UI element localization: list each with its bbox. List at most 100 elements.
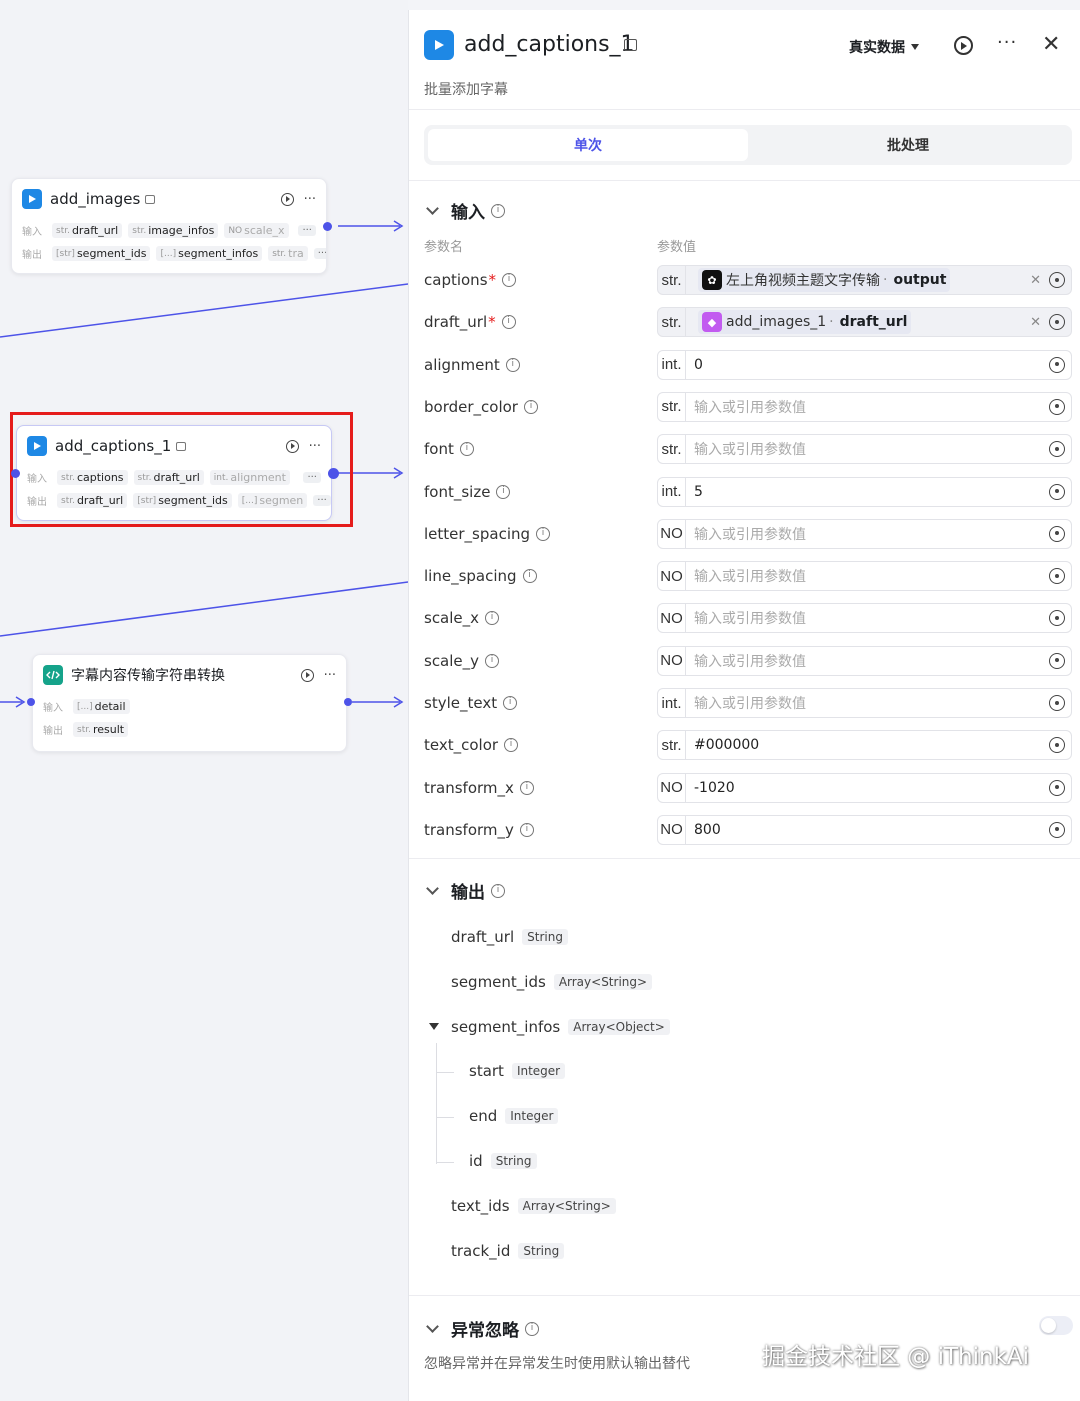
- reference-target-icon[interactable]: [1049, 356, 1065, 373]
- info-icon[interactable]: i: [525, 1321, 539, 1336]
- expand-triangle-icon[interactable]: [429, 1023, 439, 1030]
- param-row-alignment: alignment i int. 0: [424, 349, 1072, 380]
- param-value-field[interactable]: int. 0: [657, 349, 1072, 380]
- param-value-field[interactable]: NO 输入或引用参数值: [657, 518, 1072, 549]
- info-icon[interactable]: i: [491, 203, 505, 218]
- info-icon[interactable]: i: [505, 357, 520, 372]
- param-value-field[interactable]: NO 800: [657, 814, 1072, 845]
- param-name-label: transform_y i: [424, 821, 534, 839]
- node-add-images[interactable]: add_images ··· 输入 str. draft_url str. imag…: [11, 178, 327, 274]
- type-label: NO: [658, 562, 686, 591]
- run-node-icon[interactable]: [285, 439, 299, 453]
- info-icon[interactable]: i: [522, 569, 537, 584]
- chevron-down-icon: [426, 1320, 439, 1333]
- section-title: 输出: [451, 883, 485, 903]
- exception-toggle[interactable]: [1039, 1316, 1073, 1335]
- node-outputs-row: 输出 str. draft_url [str] segment_ids [...] s…: [17, 489, 331, 512]
- param-value-field[interactable]: int. 输入或引用参数值: [657, 688, 1072, 718]
- reference-target-icon[interactable]: [1049, 525, 1065, 542]
- input-port[interactable]: [27, 698, 35, 706]
- param-value-field[interactable]: NO -1020: [657, 772, 1072, 803]
- output-name: id: [469, 1152, 483, 1170]
- reference-target-icon[interactable]: [1049, 483, 1065, 500]
- reference-target-icon[interactable]: [1049, 610, 1065, 627]
- reference-target-icon[interactable]: [1049, 821, 1065, 838]
- param-value-field[interactable]: str. 输入或引用参数值: [657, 434, 1072, 465]
- node-more-button[interactable]: ···: [304, 192, 316, 207]
- param-value-field[interactable]: str. ◆ add_images_1 · draft_url ✕: [657, 307, 1072, 338]
- reference-target-icon[interactable]: [1049, 737, 1065, 754]
- param-name-label: style_text i: [424, 694, 518, 712]
- reference-chip[interactable]: ◆ add_images_1 · draft_url: [698, 310, 912, 335]
- clear-icon[interactable]: ✕: [1030, 273, 1041, 288]
- tree-line: [436, 1117, 454, 1118]
- info-icon[interactable]: i: [536, 526, 551, 541]
- tab-single[interactable]: 单次: [428, 129, 748, 161]
- output-type-tag: String: [518, 1242, 565, 1259]
- node-more-button[interactable]: ···: [309, 439, 321, 454]
- data-mode-dropdown[interactable]: 真实数据: [849, 37, 919, 57]
- info-icon[interactable]: i: [459, 442, 474, 457]
- param-value-field[interactable]: NO 输入或引用参数值: [657, 561, 1072, 592]
- param-value-field[interactable]: NO 输入或引用参数值: [657, 603, 1072, 634]
- reference-target-icon[interactable]: [1049, 272, 1065, 288]
- reference-target-icon[interactable]: [1049, 441, 1065, 458]
- io-more-button[interactable]: ···: [303, 472, 321, 483]
- watermark-text: 掘金技术社区 @ iThinkAi: [762, 1344, 1030, 1370]
- info-icon[interactable]: i: [491, 883, 505, 898]
- info-icon[interactable]: i: [485, 653, 500, 668]
- output-port[interactable]: [323, 222, 332, 231]
- type-label: NO: [658, 815, 686, 844]
- io-label: 输出: [27, 497, 47, 508]
- info-icon[interactable]: i: [496, 484, 511, 499]
- io-more-button[interactable]: ···: [313, 495, 331, 506]
- io-more-button[interactable]: ···: [313, 248, 326, 259]
- reference-target-icon[interactable]: [1049, 695, 1065, 711]
- output-port[interactable]: [344, 698, 352, 706]
- input-section-header[interactable]: 输入 i: [424, 198, 505, 223]
- param-value: 0: [694, 356, 703, 373]
- param-row-font-size: font_size i int. 5: [424, 476, 1072, 507]
- required-mark: *: [488, 313, 496, 332]
- run-node-icon[interactable]: [280, 192, 294, 206]
- clear-icon[interactable]: ✕: [1030, 315, 1041, 330]
- output-item-end: end Integer: [469, 1107, 559, 1125]
- exception-section-header[interactable]: 异常忽略 i: [424, 1316, 539, 1341]
- info-icon[interactable]: i: [485, 611, 500, 626]
- workflow-canvas[interactable]: add_images ··· 输入 str. draft_url str. imag…: [0, 0, 408, 1401]
- info-icon[interactable]: i: [501, 315, 516, 330]
- reference-target-icon[interactable]: [1049, 568, 1065, 585]
- output-item-segment-ids: segment_ids Array<String>: [451, 973, 653, 991]
- tab-batch[interactable]: 批处理: [748, 129, 1068, 161]
- info-icon[interactable]: i: [519, 780, 534, 795]
- param-value-field[interactable]: int. 5: [657, 476, 1072, 507]
- param-value-field[interactable]: NO 输入或引用参数值: [657, 645, 1072, 676]
- close-button[interactable]: ✕: [1042, 32, 1060, 57]
- more-button[interactable]: ···: [997, 32, 1017, 53]
- reference-target-icon[interactable]: [1049, 314, 1065, 331]
- output-port[interactable]: [328, 468, 339, 479]
- param-value-field[interactable]: str. 输入或引用参数值: [657, 391, 1072, 422]
- input-port[interactable]: [11, 469, 20, 478]
- run-button[interactable]: [954, 36, 973, 55]
- info-icon[interactable]: i: [502, 273, 517, 287]
- node-caption-convert[interactable]: 字幕内容传输字符串转换 ··· 输入 [...] detail 输出 str. re…: [32, 654, 347, 752]
- output-section-header[interactable]: 输出 i: [424, 878, 505, 903]
- param-value-field[interactable]: str. #000000: [657, 730, 1072, 761]
- node-add-captions[interactable]: add_captions_1 ··· 输入 str. captions str. d…: [16, 425, 332, 521]
- reference-chip[interactable]: ✿ 左上角视频主题文字传输 · output: [698, 268, 951, 292]
- info-icon[interactable]: i: [504, 738, 519, 753]
- node-more-button[interactable]: ···: [324, 668, 336, 683]
- info-icon[interactable]: i: [503, 696, 518, 710]
- info-icon[interactable]: i: [523, 399, 538, 414]
- reference-target-icon[interactable]: [1049, 652, 1065, 669]
- io-more-button[interactable]: ···: [298, 225, 316, 236]
- output-name: start: [469, 1062, 504, 1081]
- info-icon[interactable]: i: [519, 822, 534, 837]
- param-value-field[interactable]: str. ✿ 左上角视频主题文字传输 · output ✕: [657, 265, 1072, 295]
- param-name-label: font i: [424, 440, 474, 458]
- param-value: 5: [694, 483, 703, 500]
- reference-target-icon[interactable]: [1049, 779, 1065, 796]
- run-node-icon[interactable]: [300, 668, 314, 682]
- reference-target-icon[interactable]: [1049, 398, 1065, 415]
